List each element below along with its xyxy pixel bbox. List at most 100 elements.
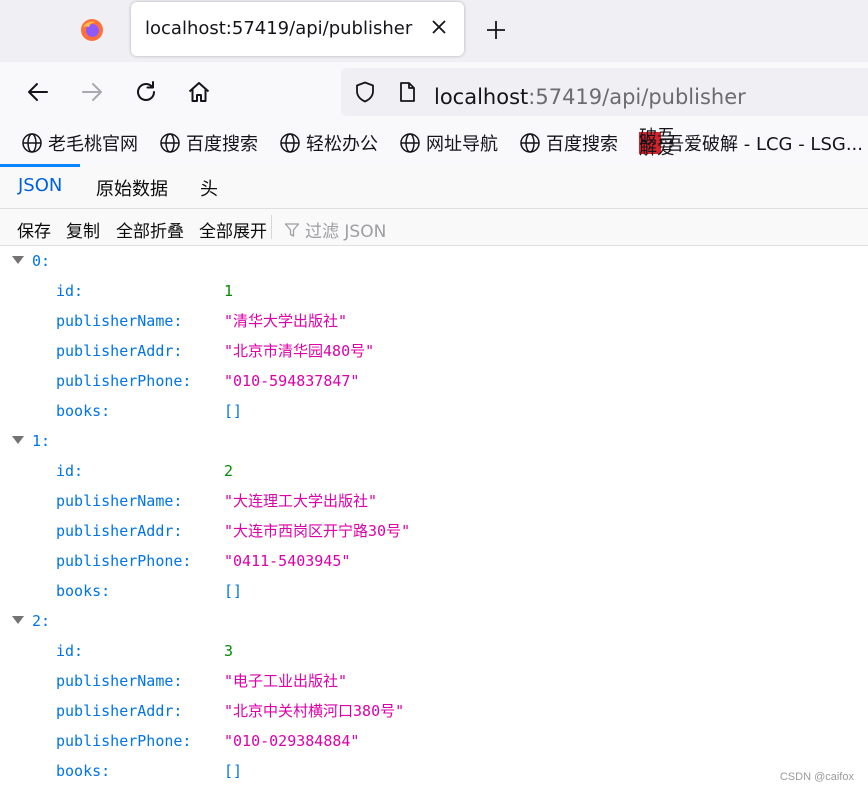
url-bar[interactable]: localhost:57419/api/publisher [341, 68, 868, 116]
json-value: [] [224, 402, 243, 420]
shield-icon[interactable] [353, 80, 377, 104]
json-value: "0411-5403945" [224, 552, 351, 570]
bookmark-label: 百度搜索 [186, 134, 258, 155]
toolbar-divider [271, 215, 272, 239]
json-key: publisherAddr: [56, 522, 183, 540]
json-field-row[interactable]: id: 2 [0, 456, 868, 486]
json-key: publisherPhone: [56, 732, 192, 750]
globe-icon [22, 133, 42, 153]
bookmark-item[interactable]: 老毛桃官网 [21, 131, 138, 155]
json-field-row[interactable]: publisherName: "大连理工大学出版社" [0, 486, 868, 516]
filter-placeholder: 过滤 JSON [305, 222, 387, 242]
json-field-row[interactable]: publisherName: "电子工业出版社" [0, 666, 868, 696]
bookmark-item[interactable]: 百度搜索 [159, 131, 258, 155]
filter-icon [284, 222, 300, 237]
forward-icon[interactable] [79, 79, 105, 105]
json-value: "北京中关村横河口380号" [224, 702, 405, 720]
home-icon[interactable] [186, 79, 212, 105]
json-field-row[interactable]: publisherPhone: "010-029384884" [0, 726, 868, 756]
json-value: [] [224, 582, 243, 600]
expand-toggle-icon[interactable] [12, 436, 24, 444]
json-index-label: 1: [32, 432, 51, 450]
back-icon[interactable] [25, 79, 51, 105]
json-value: "电子工业出版社" [224, 672, 348, 690]
bookmark-item[interactable]: 轻松办公 [279, 131, 378, 155]
collapse-all-button[interactable]: 全部折叠 [116, 217, 184, 242]
bookmark-label: 吾爱破解 - LCG - LSG... [666, 134, 863, 155]
bookmark-label: 百度搜索 [546, 134, 618, 155]
json-value: "010-029384884" [224, 732, 360, 750]
json-key: id: [56, 642, 84, 660]
tab-raw-data[interactable]: 原始数据 [96, 175, 168, 201]
json-key: books: [56, 762, 111, 780]
page-icon[interactable] [395, 80, 419, 104]
close-tab-icon[interactable] [428, 16, 450, 38]
json-key: publisherName: [56, 492, 183, 510]
json-field-row[interactable]: books: [] [0, 396, 868, 426]
json-viewer-tabs: JSON 原始数据 头 [0, 164, 868, 209]
json-key: publisherAddr: [56, 342, 183, 360]
json-value: "大连市西岗区开宁路30号" [224, 522, 411, 540]
navigation-toolbar: localhost:57419/api/publisher [0, 62, 868, 122]
tab-json[interactable]: JSON [18, 175, 62, 196]
json-toolbar: 保存 复制 全部折叠 全部展开 过滤 JSON [0, 209, 868, 246]
url-host: localhost [434, 85, 529, 109]
bookmark-label: 网址导航 [426, 134, 498, 155]
url-text[interactable]: localhost:57419/api/publisher [434, 85, 746, 109]
expand-toggle-icon[interactable] [12, 256, 24, 264]
json-tree: 0: id: 1 publisherName: "清华大学出版社" publisherAd… [0, 246, 868, 791]
url-path: :57419/api/publisher [528, 85, 746, 109]
json-value: "大连理工大学出版社" [224, 492, 378, 510]
globe-icon [520, 133, 540, 153]
json-field-row[interactable]: id: 3 [0, 636, 868, 666]
json-field-row[interactable]: publisherPhone: "0411-5403945" [0, 546, 868, 576]
json-key: publisherName: [56, 312, 183, 330]
json-key: publisherPhone: [56, 552, 192, 570]
bookmarks-toolbar: 老毛桃官网 百度搜索 轻松办公 网址导航 百度搜索 破吾解爱 吾爱破解 - LC… [0, 122, 868, 164]
save-button[interactable]: 保存 [17, 217, 51, 242]
active-browser-tab[interactable]: localhost:57419/api/publisher [131, 2, 464, 56]
json-key: publisherAddr: [56, 702, 183, 720]
tab-title: localhost:57419/api/publisher [145, 18, 413, 39]
filter-json-input[interactable]: 过滤 JSON [284, 217, 386, 242]
json-value: 1 [224, 282, 234, 300]
json-value: [] [224, 762, 243, 780]
firefox-icon[interactable] [80, 18, 104, 42]
bookmark-item[interactable]: 破吾解爱 吾爱破解 - LCG - LSG... [639, 127, 863, 159]
json-index-label: 0: [32, 252, 51, 270]
json-array-item-row[interactable]: 1: [0, 426, 868, 456]
reload-icon[interactable] [133, 79, 159, 105]
52pojie-icon: 破吾解爱 [639, 127, 675, 159]
json-field-row[interactable]: publisherAddr: "大连市西岗区开宁路30号" [0, 516, 868, 546]
tab-headers[interactable]: 头 [200, 175, 218, 201]
json-field-row[interactable]: publisherPhone: "010-594837847" [0, 366, 868, 396]
bookmark-item[interactable]: 网址导航 [399, 131, 498, 155]
json-value: 3 [224, 642, 234, 660]
expand-all-button[interactable]: 全部展开 [199, 217, 267, 242]
copy-button[interactable]: 复制 [66, 217, 100, 242]
bookmark-item[interactable]: 百度搜索 [519, 131, 618, 155]
json-key: publisherPhone: [56, 372, 192, 390]
json-field-row[interactable]: books: [] [0, 756, 868, 786]
active-tab-indicator [0, 164, 80, 167]
json-key: books: [56, 402, 111, 420]
json-key: books: [56, 582, 111, 600]
globe-icon [280, 133, 300, 153]
watermark: CSDN @caifox [779, 771, 854, 783]
bookmark-label: 轻松办公 [306, 134, 378, 155]
json-key: id: [56, 462, 84, 480]
json-value: "010-594837847" [224, 372, 360, 390]
json-field-row[interactable]: publisherAddr: "北京中关村横河口380号" [0, 696, 868, 726]
json-value: 2 [224, 462, 234, 480]
expand-toggle-icon[interactable] [12, 616, 24, 624]
json-field-row[interactable]: books: [] [0, 576, 868, 606]
json-field-row[interactable]: publisherName: "清华大学出版社" [0, 306, 868, 336]
json-value: "北京市清华园480号" [224, 342, 375, 360]
globe-icon [160, 133, 180, 153]
json-field-row[interactable]: id: 1 [0, 276, 868, 306]
json-array-item-row[interactable]: 0: [0, 246, 868, 276]
json-field-row[interactable]: publisherAddr: "北京市清华园480号" [0, 336, 868, 366]
json-array-item-row[interactable]: 2: [0, 606, 868, 636]
json-index-label: 2: [32, 612, 51, 630]
new-tab-icon[interactable] [484, 18, 508, 42]
